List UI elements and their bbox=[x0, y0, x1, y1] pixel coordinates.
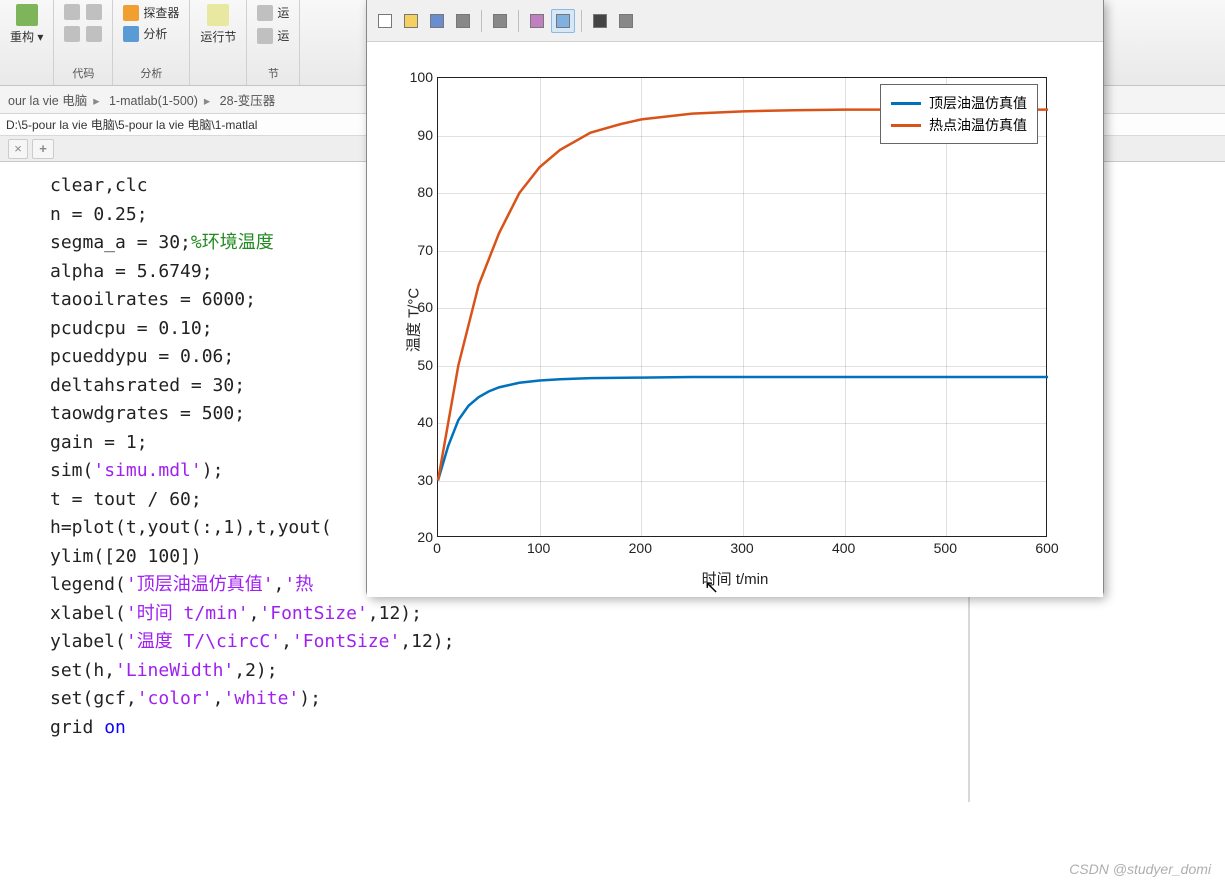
figure-toolbar bbox=[367, 0, 1103, 42]
section-icon-2 bbox=[257, 28, 273, 44]
ribbon-group-section: 运 运 节 bbox=[247, 0, 300, 85]
section-btn-1[interactable]: 运 bbox=[257, 4, 289, 21]
ribbon-group-analyze: 探查器 分析 分析 bbox=[113, 0, 190, 85]
legend-label-1: 顶层油温仿真值 bbox=[929, 93, 1027, 113]
ytick: 50 bbox=[405, 357, 433, 373]
refactor-button[interactable]: 重构 ▾ bbox=[10, 4, 43, 45]
legend-swatch-2 bbox=[891, 124, 921, 127]
plot-axes[interactable]: 顶层油温仿真值 热点油温仿真值 bbox=[437, 77, 1047, 537]
watermark: CSDN @studyer_domi bbox=[1069, 861, 1211, 877]
tab-close-button[interactable]: × bbox=[8, 139, 28, 159]
run-section-button[interactable]: 运行节 bbox=[200, 4, 236, 45]
code-icon-3[interactable] bbox=[64, 26, 80, 42]
legend-swatch-1 bbox=[891, 102, 921, 105]
ribbon-group-code: 代码 bbox=[54, 0, 113, 85]
figure-toolbar-save-icon[interactable] bbox=[425, 9, 449, 33]
ribbon-group-run: 运行节 bbox=[190, 0, 247, 85]
code-icon-4[interactable] bbox=[86, 26, 102, 42]
analyze-button[interactable]: 分析 bbox=[123, 25, 167, 42]
xtick: 600 bbox=[1035, 540, 1058, 556]
series-热点油温仿真值 bbox=[438, 110, 1048, 481]
ytick: 20 bbox=[405, 529, 433, 545]
xtick: 500 bbox=[934, 540, 957, 556]
analyze-group-label: 分析 bbox=[140, 65, 162, 81]
series-顶层油温仿真值 bbox=[438, 377, 1048, 481]
refactor-icon bbox=[16, 4, 38, 26]
ribbon-group-refactor: 重构 ▾ bbox=[0, 0, 54, 85]
ytick: 30 bbox=[405, 472, 433, 488]
ytick: 40 bbox=[405, 414, 433, 430]
figure-toolbar-pointer-icon[interactable] bbox=[588, 9, 612, 33]
figure-toolbar-toggle2-icon[interactable] bbox=[551, 9, 575, 33]
ytick: 80 bbox=[405, 184, 433, 200]
ytick: 70 bbox=[405, 242, 433, 258]
plot-xlabel: 时间 t/min bbox=[702, 568, 769, 589]
section-btn-2[interactable]: 运 bbox=[257, 27, 289, 44]
tab-add-button[interactable]: + bbox=[32, 139, 54, 159]
figure-toolbar-print-icon[interactable] bbox=[451, 9, 475, 33]
profiler-icon bbox=[123, 5, 139, 21]
section-icon-1 bbox=[257, 5, 273, 21]
figure-toolbar-box-icon[interactable] bbox=[614, 9, 638, 33]
plot-ylabel: 温度 T/°C bbox=[403, 287, 424, 351]
ytick: 90 bbox=[405, 127, 433, 143]
figure-toolbar-new-icon[interactable] bbox=[373, 9, 397, 33]
ytick: 100 bbox=[405, 69, 433, 85]
analyze-icon bbox=[123, 26, 139, 42]
xtick: 200 bbox=[629, 540, 652, 556]
path-text: D:\5-pour la vie 电脑\5-pour la vie 电脑\1-m… bbox=[6, 118, 257, 132]
run-section-icon bbox=[207, 4, 229, 26]
code-group-label: 代码 bbox=[72, 65, 94, 81]
run-section-label: 运行节 bbox=[200, 28, 236, 45]
code-icon-2[interactable] bbox=[86, 4, 102, 20]
figure-plot-area: 顶层油温仿真值 热点油温仿真值 时间 t/min 温度 T/°C 0 100 200… bbox=[367, 42, 1103, 597]
xtick: 400 bbox=[832, 540, 855, 556]
figure-toolbar-toggle1-icon[interactable] bbox=[525, 9, 549, 33]
refactor-label: 重构 bbox=[10, 30, 34, 44]
code-icon-1[interactable] bbox=[64, 4, 80, 20]
ytick: 60 bbox=[405, 299, 433, 315]
xtick: 0 bbox=[433, 540, 441, 556]
figure-toolbar-open-icon[interactable] bbox=[399, 9, 423, 33]
profiler-button[interactable]: 探查器 bbox=[123, 4, 179, 21]
legend-label-2: 热点油温仿真值 bbox=[929, 115, 1027, 135]
xtick: 100 bbox=[527, 540, 550, 556]
plot-legend[interactable]: 顶层油温仿真值 热点油温仿真值 bbox=[880, 84, 1038, 144]
figure-window[interactable]: 顶层油温仿真值 热点油温仿真值 时间 t/min 温度 T/°C 0 100 200… bbox=[366, 0, 1104, 597]
section-group-label: 节 bbox=[268, 65, 279, 81]
figure-toolbar-copy-icon[interactable] bbox=[488, 9, 512, 33]
xtick: 300 bbox=[730, 540, 753, 556]
